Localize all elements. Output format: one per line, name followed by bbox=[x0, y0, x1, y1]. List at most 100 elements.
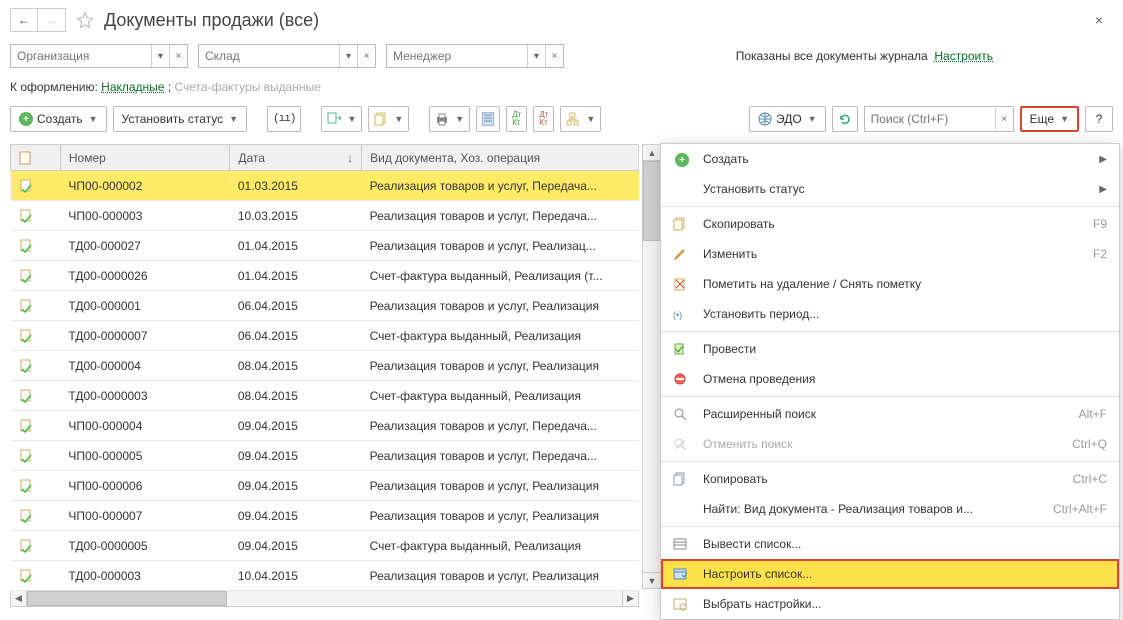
row-num: ЧП00-000002 bbox=[60, 171, 229, 201]
table-row[interactable]: ТД00-000000509.04.2015Счет-фактура выдан… bbox=[11, 531, 639, 561]
based-on-button[interactable]: ▼ bbox=[321, 106, 362, 132]
sklad-filter-input[interactable] bbox=[199, 45, 339, 67]
dtkt-green-button[interactable]: ДтКт bbox=[506, 106, 527, 132]
table-row[interactable]: ЧП00-00000310.03.2015Реализация товаров … bbox=[11, 201, 639, 231]
menu-separator bbox=[661, 396, 1119, 397]
menu-item[interactable]: Отмена проведения bbox=[661, 364, 1119, 394]
org-filter[interactable]: ▾ × bbox=[10, 44, 188, 68]
menu-item[interactable]: СкопироватьF9 bbox=[661, 209, 1119, 239]
print-button[interactable]: ▼ bbox=[429, 106, 470, 132]
table-row[interactable]: ЧП00-00000201.03.2015Реализация товаров … bbox=[11, 171, 639, 201]
configure-link[interactable]: Настроить bbox=[934, 49, 993, 63]
scroll-thumb[interactable] bbox=[643, 161, 661, 241]
edo-button[interactable]: ЭДО ▼ bbox=[749, 106, 826, 132]
search-box[interactable]: × bbox=[864, 106, 1014, 132]
h-scrollbar[interactable]: ◀ ▶ bbox=[10, 591, 639, 607]
scroll-down-icon[interactable]: ▼ bbox=[643, 572, 661, 588]
nav-forward-button[interactable]: → bbox=[38, 8, 66, 32]
documents-table: Номер Дата↓ Вид документа, Хоз. операция… bbox=[10, 144, 639, 591]
v-scrollbar[interactable]: ▲ ▼ bbox=[642, 144, 662, 589]
doc-posted-icon bbox=[19, 569, 33, 583]
clear-search-icon[interactable]: × bbox=[995, 108, 1013, 130]
menu-item[interactable]: КопироватьCtrl+C bbox=[661, 464, 1119, 494]
scroll-up-icon[interactable]: ▲ bbox=[643, 145, 661, 161]
doc-posted-icon bbox=[19, 239, 33, 253]
row-icon-cell bbox=[11, 351, 61, 381]
scroll-left-icon[interactable]: ◀ bbox=[11, 591, 27, 606]
list-icon bbox=[673, 537, 691, 551]
table-row[interactable]: ЧП00-00000709.04.2015Реализация товаров … bbox=[11, 501, 639, 531]
register-button[interactable]: ▼ bbox=[368, 106, 409, 132]
doc-posted-icon bbox=[19, 509, 33, 523]
menu-item[interactable]: Выбрать настройки... bbox=[661, 589, 1119, 619]
dropdown-icon[interactable]: ▾ bbox=[339, 45, 357, 67]
plus-icon: + bbox=[673, 151, 691, 168]
menu-item[interactable]: Пометить на удаление / Снять пометку bbox=[661, 269, 1119, 299]
menu-item-label: Установить статус bbox=[703, 182, 1087, 196]
col-type[interactable]: Вид документа, Хоз. операция bbox=[362, 145, 639, 171]
menu-item[interactable]: ИзменитьF2 bbox=[661, 239, 1119, 269]
menu-item[interactable]: Установить статус▶ bbox=[661, 174, 1119, 204]
table-row[interactable]: ТД00-000000308.04.2015Счет-фактура выдан… bbox=[11, 381, 639, 411]
row-num: ЧП00-000006 bbox=[60, 471, 229, 501]
dtkt-red-button[interactable]: ДтКт bbox=[533, 106, 554, 132]
structure-button[interactable]: ▼ bbox=[560, 106, 601, 132]
menu-item[interactable]: Вывести список... bbox=[661, 529, 1119, 559]
menu-item[interactable]: +Создать▶ bbox=[661, 144, 1119, 174]
table-row[interactable]: ЧП00-00000509.04.2015Реализация товаров … bbox=[11, 441, 639, 471]
menu-item[interactable]: (•)Установить период... bbox=[661, 299, 1119, 329]
close-button[interactable]: × bbox=[1085, 12, 1113, 28]
menu-item[interactable]: Найти: Вид документа - Реализация товаро… bbox=[661, 494, 1119, 524]
menu-separator bbox=[661, 206, 1119, 207]
table-row[interactable]: ТД00-00000310.04.2015Реализация товаров … bbox=[11, 561, 639, 591]
search-input[interactable] bbox=[865, 112, 995, 126]
scroll-right-icon[interactable]: ▶ bbox=[622, 591, 638, 606]
menu-item-label: Создать bbox=[703, 152, 1087, 166]
col-number[interactable]: Номер bbox=[60, 145, 229, 171]
row-type: Счет-фактура выданный, Реализация bbox=[362, 531, 639, 561]
report-button[interactable] bbox=[476, 106, 500, 132]
scroll-thumb[interactable] bbox=[27, 591, 227, 606]
barcode-button[interactable]: (ıı) bbox=[267, 106, 301, 132]
row-date: 06.04.2015 bbox=[230, 291, 362, 321]
refresh-button[interactable] bbox=[832, 106, 858, 132]
table-row[interactable]: ТД00-00002701.04.2015Реализация товаров … bbox=[11, 231, 639, 261]
favorite-star-icon[interactable] bbox=[74, 9, 96, 31]
org-filter-input[interactable] bbox=[11, 45, 151, 67]
clear-icon[interactable]: × bbox=[169, 45, 187, 67]
table-row[interactable]: ЧП00-00000409.04.2015Реализация товаров … bbox=[11, 411, 639, 441]
menu-hotkey: F9 bbox=[1093, 217, 1107, 231]
menu-item[interactable]: Провести bbox=[661, 334, 1119, 364]
row-num: ЧП00-000005 bbox=[60, 441, 229, 471]
clear-icon[interactable]: × bbox=[357, 45, 375, 67]
row-type: Счет-фактура выданный, Реализация (т... bbox=[362, 261, 639, 291]
sklad-filter[interactable]: ▾ × bbox=[198, 44, 376, 68]
manager-filter-input[interactable] bbox=[387, 45, 527, 67]
table-row[interactable]: ТД00-000002601.04.2015Счет-фактура выдан… bbox=[11, 261, 639, 291]
menu-item-label: Выбрать настройки... bbox=[703, 597, 1107, 611]
menu-item[interactable]: Расширенный поискAlt+F bbox=[661, 399, 1119, 429]
dropdown-icon[interactable]: ▾ bbox=[527, 45, 545, 67]
manager-filter[interactable]: ▾ × bbox=[386, 44, 564, 68]
table-row[interactable]: ТД00-00000106.04.2015Реализация товаров … bbox=[11, 291, 639, 321]
col-icon[interactable] bbox=[11, 145, 61, 171]
clear-icon[interactable]: × bbox=[545, 45, 563, 67]
table-row[interactable]: ТД00-00000408.04.2015Реализация товаров … bbox=[11, 351, 639, 381]
row-icon-cell bbox=[11, 231, 61, 261]
nav-back-button[interactable]: ← bbox=[10, 8, 38, 32]
row-icon-cell bbox=[11, 381, 61, 411]
dropdown-icon[interactable]: ▾ bbox=[151, 45, 169, 67]
row-type: Счет-фактура выданный, Реализация bbox=[362, 321, 639, 351]
col-date[interactable]: Дата↓ bbox=[230, 145, 362, 171]
more-button[interactable]: Еще ▼ bbox=[1020, 106, 1079, 132]
menu-item[interactable]: Настроить список... bbox=[661, 559, 1119, 589]
set-status-button[interactable]: Установить статус ▼ bbox=[113, 106, 248, 132]
refresh-icon bbox=[838, 112, 852, 126]
nakladnye-link[interactable]: Накладные bbox=[101, 80, 164, 94]
create-button[interactable]: + Создать ▼ bbox=[10, 106, 107, 132]
menu-item-label: Изменить bbox=[703, 247, 1081, 261]
row-num: ТД00-000003 bbox=[60, 561, 229, 591]
table-row[interactable]: ТД00-000000706.04.2015Счет-фактура выдан… bbox=[11, 321, 639, 351]
table-row[interactable]: ЧП00-00000609.04.2015Реализация товаров … bbox=[11, 471, 639, 501]
help-button[interactable]: ? bbox=[1085, 106, 1113, 132]
